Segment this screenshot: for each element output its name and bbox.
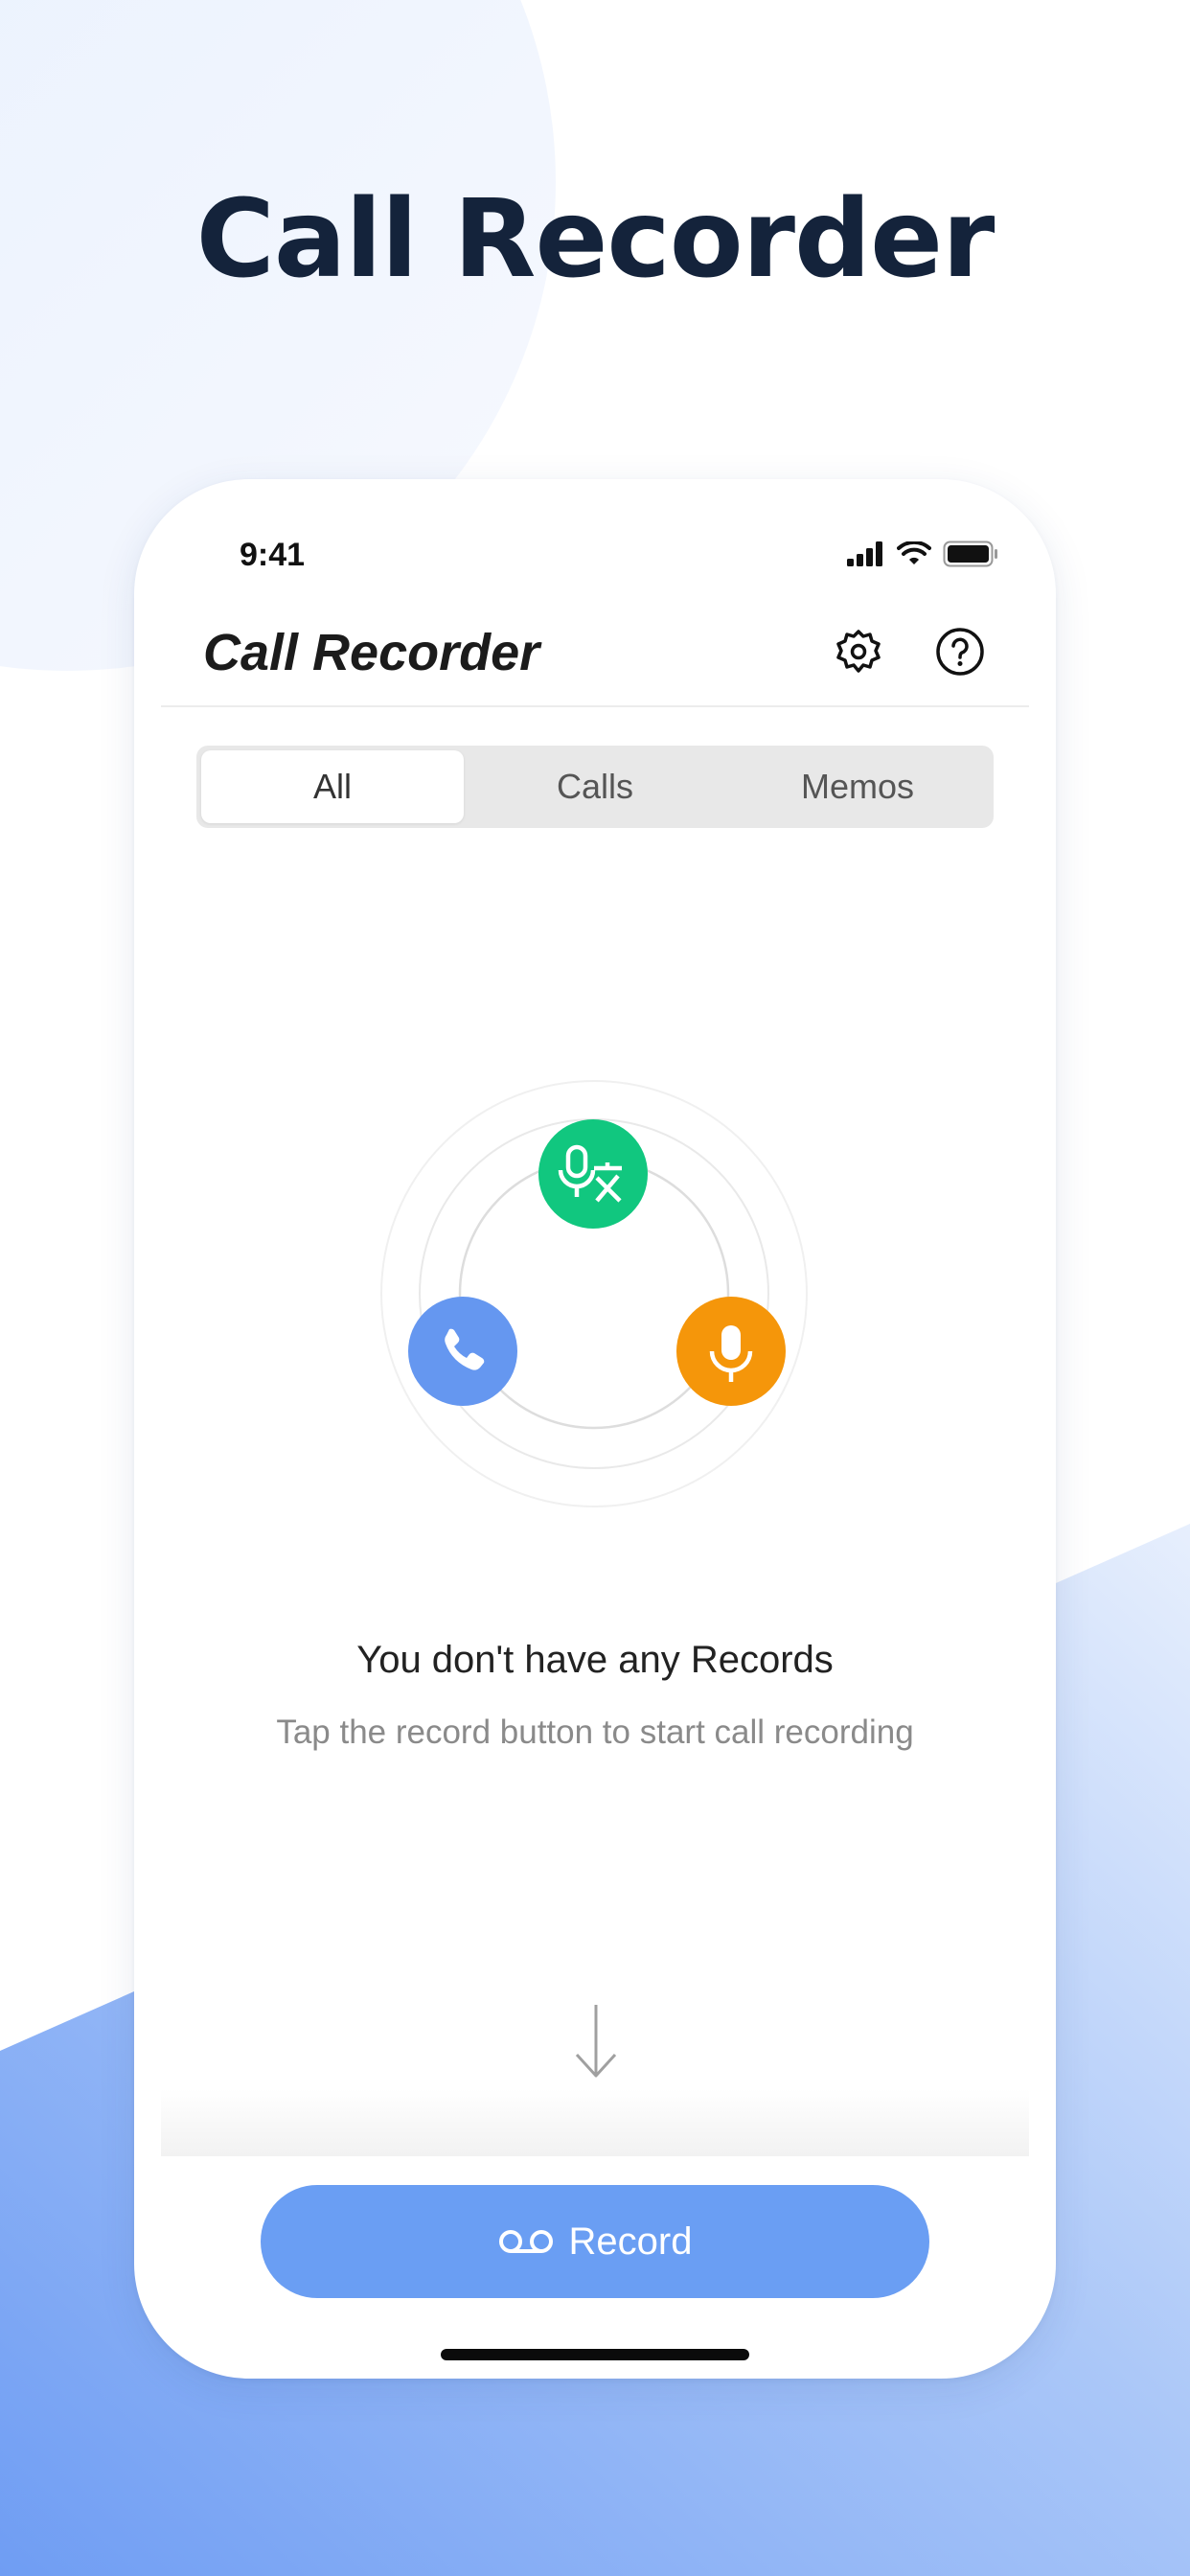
segmented-control: All Calls Memos: [196, 746, 994, 828]
status-icons: [847, 540, 998, 567]
record-button[interactable]: Record: [261, 2185, 929, 2298]
status-time: 9:41: [240, 537, 306, 573]
app-title: Call Recorder: [203, 624, 540, 681]
microphone-icon: [676, 1297, 786, 1406]
empty-illustration: [380, 1080, 808, 1507]
voice-translate-icon: [538, 1119, 648, 1229]
phone-frame: 9:41 Call Recorder All Calls Memos You d…: [134, 479, 1056, 2379]
help-button[interactable]: [933, 625, 987, 678]
question-icon: [936, 628, 984, 676]
settings-button[interactable]: [832, 625, 885, 678]
list-bottom-fade: [161, 2089, 1029, 2156]
voicemail-icon: [498, 2230, 553, 2253]
gear-icon: [836, 630, 881, 673]
page-title: Call Recorder: [195, 177, 995, 302]
tab-all[interactable]: All: [201, 750, 464, 823]
tab-calls[interactable]: Calls: [464, 750, 726, 823]
header-divider: [161, 705, 1029, 707]
tab-memos[interactable]: Memos: [726, 750, 989, 823]
phone-icon: [408, 1297, 517, 1406]
battery-icon: [943, 540, 997, 567]
home-indicator: [441, 2349, 749, 2360]
signal-icon: [847, 541, 882, 566]
empty-state-subtitle: Tap the record button to start call reco…: [276, 1714, 914, 1751]
arrow-down-icon: [575, 2005, 617, 2078]
wifi-icon: [897, 541, 931, 564]
empty-state-title: You don't have any Records: [356, 1639, 834, 1681]
record-button-label: Record: [568, 2220, 693, 2263]
